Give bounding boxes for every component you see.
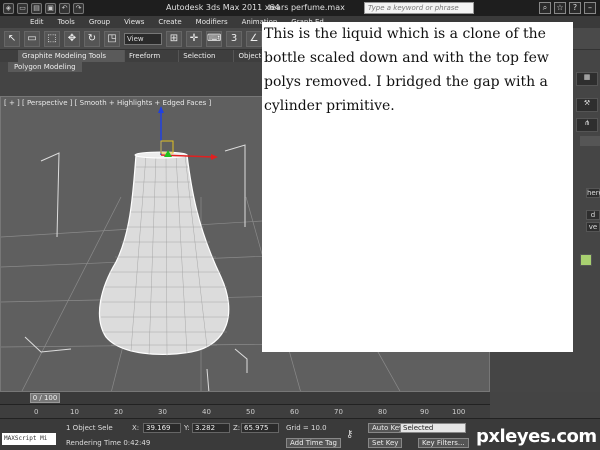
ruler-tick: 90 — [420, 408, 429, 416]
z-label: Z: — [233, 424, 241, 432]
time-slider[interactable]: 0 / 100 — [30, 393, 60, 403]
manipulate-icon[interactable]: ✛ — [186, 30, 202, 47]
add-time-tag-button[interactable]: Add Time Tag — [286, 438, 341, 448]
z-coordinate-field[interactable]: 65.975 — [241, 423, 279, 433]
ruler-tick: 30 — [158, 408, 167, 416]
select-scale-icon[interactable]: ◳ — [104, 30, 120, 47]
select-object-icon[interactable]: ↖ — [4, 30, 20, 47]
save-icon[interactable]: ▣ — [45, 2, 56, 14]
keyboard-shortcut-icon[interactable]: ⌨ — [206, 30, 222, 47]
cp-button-ve[interactable]: ve — [586, 222, 600, 232]
angle-snap-icon[interactable]: ∠ — [246, 30, 262, 47]
track-bar[interactable]: 0 10 20 30 40 50 60 70 80 90 100 — [0, 404, 490, 418]
pivot-icon[interactable]: ⊞ — [166, 30, 182, 47]
new-file-icon[interactable]: ▭ — [17, 2, 28, 14]
transform-gizmo[interactable] — [158, 106, 218, 160]
watermark-text: pxleyes.com — [476, 426, 597, 447]
select-region-icon[interactable]: ▭ — [24, 30, 40, 47]
gizmo-plane-handle[interactable] — [160, 140, 174, 154]
menu-item-views[interactable]: Views — [124, 18, 144, 26]
search-input[interactable]: Type a keyword or phrase — [364, 2, 474, 14]
select-rotate-icon[interactable]: ↻ — [84, 30, 100, 47]
grid-size: Grid = 10.0 — [286, 424, 327, 432]
help-icon[interactable]: ? — [569, 2, 581, 14]
redo-icon[interactable]: ↷ — [73, 2, 84, 14]
snap-toggle-icon[interactable]: 3 — [226, 30, 242, 47]
ruler-tick: 80 — [378, 408, 387, 416]
display-icon[interactable]: ▦ — [576, 72, 598, 86]
set-key-button[interactable]: Set Key — [368, 438, 403, 448]
cp-button-d[interactable]: d — [586, 210, 600, 220]
y-label: Y: — [184, 424, 190, 432]
x-coordinate-field[interactable]: 39.169 — [143, 423, 181, 433]
selection-count: 1 Object Sele — [66, 424, 113, 432]
undo-icon[interactable]: ↶ — [59, 2, 70, 14]
ruler-tick: 100 — [452, 408, 466, 416]
key-filters-button[interactable]: Key Filters... — [418, 438, 469, 448]
menu-item-tools[interactable]: Tools — [58, 18, 75, 26]
ruler-tick: 40 — [202, 408, 211, 416]
tab-graphite-modeling-tools[interactable]: Graphite Modeling Tools — [18, 50, 126, 62]
annotation-text: This is the liquid which is a clone of t… — [264, 26, 549, 114]
window-controls: ⌕ ☆ ? – — [539, 2, 596, 14]
menu-item-modifiers[interactable]: Modifiers — [196, 18, 228, 26]
ruler-tick: 10 — [70, 408, 79, 416]
viewport-label[interactable]: [ + ] [ Perspective ] [ Smooth + Highlig… — [4, 99, 211, 107]
app-window: ◈ ▭ ▤ ▣ ↶ ↷ Autodesk 3ds Max 2011 x64 te… — [0, 0, 600, 450]
object-color-swatch[interactable] — [580, 254, 592, 266]
ruler-tick: 50 — [246, 408, 255, 416]
utilities-icon[interactable]: ⚒ — [576, 98, 598, 112]
title-bar: ◈ ▭ ▤ ▣ ↶ ↷ Autodesk 3ds Max 2011 x64 te… — [0, 0, 600, 16]
minimize-icon[interactable]: – — [584, 2, 596, 14]
tab-freeform[interactable]: Freeform — [125, 50, 180, 62]
ruler-tick: 70 — [334, 408, 343, 416]
hierarchy-icon[interactable]: ⋔ — [576, 118, 598, 132]
window-title: Autodesk 3ds Max 2011 x64 — [166, 3, 280, 12]
window-crossing-icon[interactable]: ⬚ — [44, 30, 60, 47]
binoculars-icon[interactable]: ⌕ — [539, 2, 551, 14]
menu-item-create[interactable]: Create — [158, 18, 181, 26]
key-icon[interactable]: ⚷ — [346, 429, 353, 440]
reference-coordinate-select[interactable]: View — [124, 32, 162, 45]
key-mode-select[interactable]: Selected — [400, 423, 466, 433]
y-coordinate-field[interactable]: 3.282 — [192, 423, 230, 433]
time-slider-track[interactable]: 0 / 100 — [0, 392, 490, 404]
quick-access-toolbar: ◈ ▭ ▤ ▣ ↶ ↷ — [0, 2, 84, 14]
ruler-tick: 60 — [290, 408, 299, 416]
ruler-tick: 0 — [34, 408, 39, 416]
open-file-icon[interactable]: ▤ — [31, 2, 42, 14]
select-move-icon[interactable]: ✥ — [64, 30, 80, 47]
liquid-mesh — [98, 151, 230, 357]
menu-item-edit[interactable]: Edit — [30, 18, 44, 26]
tab-selection[interactable]: Selection — [179, 50, 235, 62]
gizmo-z-arrow[interactable] — [158, 106, 164, 113]
menu-item-group[interactable]: Group — [89, 18, 110, 26]
star-icon[interactable]: ☆ — [554, 2, 566, 14]
file-name: tears perfume.max — [268, 3, 345, 12]
gizmo-x-arrow[interactable] — [211, 154, 218, 160]
annotation-note: This is the liquid which is a clone of t… — [262, 22, 573, 352]
rendering-time: Rendering Time 0:42:49 — [66, 439, 151, 447]
maxscript-listener[interactable]: MAXScript Mi — [2, 433, 56, 445]
tab-polygon-modeling[interactable]: Polygon Modeling — [8, 62, 82, 72]
rollout-header[interactable] — [580, 136, 600, 146]
cp-button-here[interactable]: here — [586, 188, 600, 198]
x-label: X: — [132, 424, 140, 432]
app-menu-icon[interactable]: ◈ — [3, 2, 14, 14]
ruler-tick: 20 — [114, 408, 123, 416]
